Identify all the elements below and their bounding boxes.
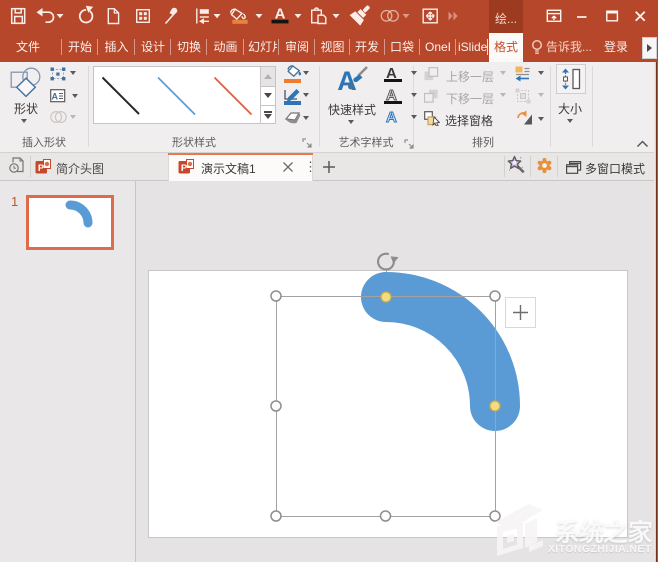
svg-text:A: A [52, 92, 59, 102]
svg-text:P: P [181, 163, 188, 174]
svg-text:P: P [38, 163, 45, 174]
